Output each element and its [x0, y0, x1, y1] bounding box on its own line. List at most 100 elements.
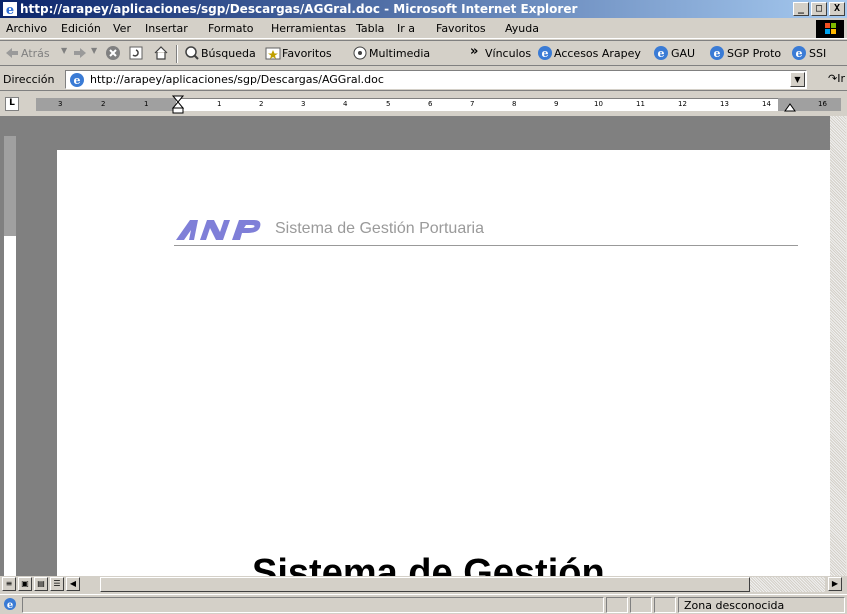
window-controls: _ □ X [791, 2, 845, 16]
back-button[interactable]: Atrás [21, 47, 50, 60]
forward-arrow-icon[interactable] [72, 45, 88, 61]
svg-text:e: e [542, 47, 549, 60]
horizontal-scrollbar: ≡ ▣ ▤ ☰ ◀ ▶ [0, 576, 847, 593]
security-zone-text: Zona desconocida [684, 599, 785, 612]
ruler-tick: 1 [217, 100, 222, 108]
title-bar[interactable]: e http://arapey/aplicaciones/sgp/Descarg… [0, 0, 847, 18]
search-button[interactable]: Búsqueda [201, 47, 256, 60]
maximize-button[interactable]: □ [811, 2, 827, 16]
windows-logo-icon [816, 20, 844, 38]
anp-logo [176, 220, 261, 240]
svg-text:e: e [796, 47, 803, 60]
menu-bar: Archivo Edición Ver Insertar Formato Her… [0, 19, 847, 39]
refresh-icon[interactable] [128, 45, 144, 61]
home-icon[interactable] [153, 45, 169, 61]
ruler-tick: 4 [343, 100, 348, 108]
ruler-tick: 12 [678, 100, 687, 108]
right-indent-marker-icon[interactable] [784, 102, 796, 112]
back-dropdown-icon[interactable]: ▼ [61, 46, 67, 55]
outline-view-icon[interactable]: ☰ [50, 577, 64, 591]
indent-marker-icon[interactable] [172, 95, 184, 115]
go-label: Ir [837, 72, 845, 85]
multimedia-icon [353, 46, 367, 60]
stop-icon[interactable] [105, 45, 121, 61]
menu-herramientas[interactable]: Herramientas [271, 22, 346, 35]
ruler-tick: 7 [470, 100, 475, 108]
ruler-tick: 5 [386, 100, 391, 108]
toolbar-chevron[interactable]: » [470, 44, 478, 59]
status-panel [654, 597, 676, 613]
go-button[interactable]: ↷Ir [828, 72, 845, 85]
menu-ir-a[interactable]: Ir a [397, 22, 415, 35]
status-panel [606, 597, 628, 613]
document-page[interactable]: Sistema de Gestión Portuaria Sistema de … [57, 150, 832, 576]
svg-text:e: e [7, 600, 13, 611]
status-main-panel [22, 597, 604, 613]
ruler-tick: 2 [259, 100, 264, 108]
ruler-tick: 13 [720, 100, 729, 108]
menu-archivo[interactable]: Archivo [6, 22, 47, 35]
address-bar: Dirección e http://arapey/aplicaciones/s… [0, 67, 847, 91]
normal-view-icon[interactable]: ≡ [2, 577, 16, 591]
close-button[interactable]: X [829, 2, 845, 16]
scroll-left-button[interactable]: ◀ [66, 577, 80, 591]
link-ssi[interactable]: SSI [809, 47, 826, 60]
svg-text:e: e [714, 47, 721, 60]
address-dropdown-button[interactable]: ▼ [790, 72, 805, 87]
menu-tabla[interactable]: Tabla [356, 22, 384, 35]
horizontal-ruler: L 3 2 1 1 2 3 4 5 6 7 8 9 10 11 12 13 14… [0, 92, 847, 116]
toolbar-separator [176, 45, 178, 63]
web-view-icon[interactable]: ▣ [18, 577, 32, 591]
svg-text:e: e [6, 3, 14, 16]
ruler-tick: 2 [101, 100, 106, 108]
link-sgp-proto[interactable]: SGP Proto [727, 47, 781, 60]
ruler-tick: 14 [762, 100, 771, 108]
ruler-tick: 16 [818, 100, 827, 108]
ruler-tick: 3 [58, 100, 63, 108]
back-arrow-icon[interactable] [4, 45, 20, 61]
ie-status-icon: e [4, 598, 16, 611]
ruler-left-margin [36, 98, 176, 111]
menu-favoritos[interactable]: Favoritos [436, 22, 486, 35]
favorites-button[interactable]: Favoritos [282, 47, 332, 60]
header-rule [174, 245, 798, 246]
document-viewport: L 3 2 1 1 2 3 4 5 6 7 8 9 10 11 12 13 14… [0, 92, 847, 576]
ie-link-icon: e [538, 46, 552, 60]
window-title: http://arapey/aplicaciones/sgp/Descargas… [20, 2, 578, 16]
ruler-tick: 8 [512, 100, 517, 108]
menu-edicion[interactable]: Edición [61, 22, 101, 35]
address-value: http://arapey/aplicaciones/sgp/Descargas… [90, 73, 384, 86]
ruler-tick: 10 [594, 100, 603, 108]
link-accesos-arapey[interactable]: Accesos Arapey [554, 47, 641, 60]
forward-dropdown-icon[interactable]: ▼ [91, 46, 97, 55]
ruler-tick: 3 [301, 100, 306, 108]
ie-icon: e [3, 2, 17, 16]
svg-text:e: e [74, 74, 81, 87]
ruler-tick: 9 [554, 100, 559, 108]
ie-link-icon: e [654, 46, 668, 60]
svg-text:e: e [658, 47, 665, 60]
minimize-button[interactable]: _ [793, 2, 809, 16]
status-panel [630, 597, 652, 613]
multimedia-button[interactable]: Multimedia [369, 47, 430, 60]
ruler-tick: 6 [428, 100, 433, 108]
horizontal-scrollbar-thumb[interactable] [100, 577, 750, 592]
links-label: Vínculos [485, 47, 532, 60]
scroll-right-button[interactable]: ▶ [828, 577, 842, 591]
menu-insertar[interactable]: Insertar [145, 22, 188, 35]
address-label: Dirección [3, 73, 55, 86]
link-gau[interactable]: GAU [671, 47, 695, 60]
vertical-ruler [3, 136, 16, 576]
status-bar: e Zona desconocida [0, 594, 847, 614]
tab-selector-button[interactable]: L [5, 97, 19, 111]
ruler-tick: 11 [636, 100, 645, 108]
vertical-scrollbar-track[interactable] [830, 116, 846, 576]
ie-link-icon: e [710, 46, 724, 60]
print-view-icon[interactable]: ▤ [34, 577, 48, 591]
menu-ayuda[interactable]: Ayuda [505, 22, 539, 35]
vertical-scrollbar[interactable] [830, 116, 847, 576]
menu-ver[interactable]: Ver [113, 22, 131, 35]
ie-link-icon: e [792, 46, 806, 60]
address-input[interactable]: e http://arapey/aplicaciones/sgp/Descarg… [65, 70, 807, 89]
menu-formato[interactable]: Formato [208, 22, 254, 35]
